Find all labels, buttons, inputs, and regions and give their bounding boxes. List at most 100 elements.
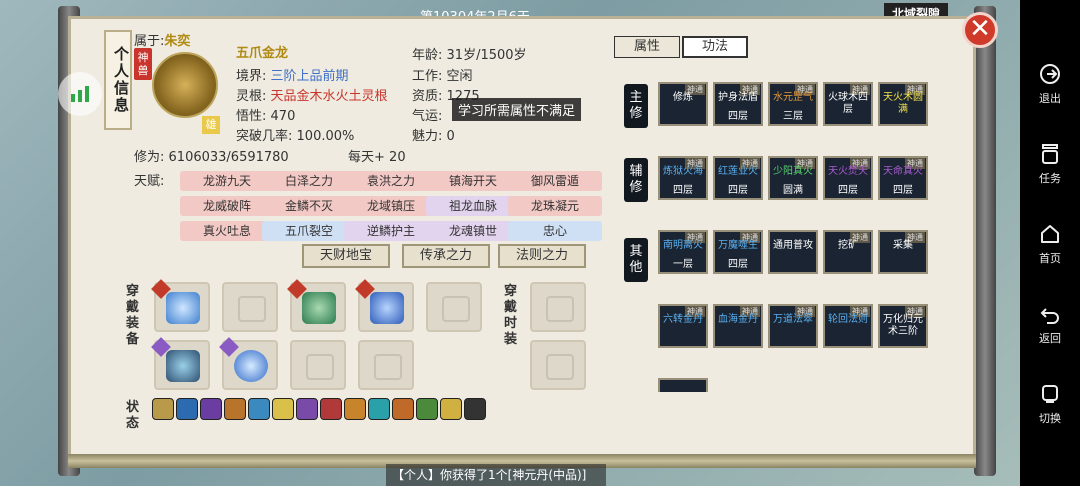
talent-item[interactable]: 龙魂镇世 [426,221,520,241]
skill-level: 圆满 [783,185,803,196]
skill-card[interactable]: 神通 修炼 [658,82,708,126]
robe-item-icon [166,350,200,382]
skill-name: 天火焚天 [828,166,868,177]
talent-item[interactable]: 龙域镇压 [344,196,438,216]
skill-card[interactable]: 神通 血海金丹 [713,304,763,348]
talent-item[interactable]: 龙威破阵 [180,196,274,216]
job-label: 工作: [412,69,443,84]
talent-item[interactable]: 袁洪之力 [344,171,438,191]
equip-slot[interactable] [287,279,346,332]
buff-icon[interactable] [176,398,198,420]
buff-icon[interactable] [320,398,342,420]
cultivation-label: 修为: [134,150,165,165]
tab-attributes[interactable]: 属性 [614,36,680,58]
law-button[interactable]: 法则之力 [498,244,586,268]
buff-icon[interactable] [368,398,390,420]
talent-item[interactable]: 祖龙血脉 [426,196,520,216]
buff-icon[interactable] [152,398,174,420]
age-value: 31岁/1500岁 [446,48,527,63]
skill-card[interactable]: 神通 水元罡气 三层 [768,82,818,126]
nav-home[interactable]: 首页 [1020,222,1080,266]
per-day-row: 每天+ 20 [348,146,406,165]
skill-name: 轮回法则 [828,314,868,325]
skill-name: 万魔噬生 [718,240,758,251]
talent-item[interactable]: 五爪裂空 [262,221,356,241]
nav-switch[interactable]: 切换 [1020,382,1080,426]
inheritance-button[interactable]: 传承之力 [402,244,490,268]
character-avatar[interactable] [152,52,218,118]
android-nav-bar: 退出 任务 首页 返回 切换 [1020,0,1080,486]
equip-slot-empty[interactable] [222,282,278,332]
equip-slot[interactable] [151,279,210,332]
skill-card[interactable]: 神通 火球术四层 [823,82,873,126]
buff-icon[interactable] [440,398,462,420]
skill-card[interactable]: 神通 南明离火 一层 [658,230,708,274]
scroll-rod-right [974,6,996,476]
equip-slot[interactable] [355,279,414,332]
owner-line: 属于:朱奕 [134,30,190,49]
talent-item[interactable]: 龙珠凝元 [508,196,602,216]
skill-card[interactable]: 神通 万道法翠 [768,304,818,348]
talent-item[interactable]: 白泽之力 [262,171,356,191]
equip-slot[interactable] [151,337,210,390]
skill-card[interactable]: 神通 天火术圆满 [878,82,928,126]
skill-card[interactable]: 神通 万化归元术三阶 [878,304,928,348]
skill-card[interactable]: 神通 天火焚天 四层 [823,156,873,200]
fashion-slot-empty[interactable] [530,282,586,332]
treasure-button[interactable]: 天财地宝 [302,244,390,268]
tab-skills[interactable]: 功法 [682,36,748,58]
realm-label: 境界: [236,69,267,84]
skill-level: 四层 [728,185,748,196]
per-day-label: 每天+ [348,150,385,165]
skill-card[interactable]: 神通 轮回法则 [823,304,873,348]
floating-stats-button[interactable] [58,72,102,116]
skill-card-partial[interactable] [658,378,708,392]
buff-icon[interactable] [392,398,414,420]
nav-home-label: 首页 [1039,252,1061,265]
skill-name: 挖矿 [838,240,858,251]
realm-row: 境界: 三阶上品前期 [236,65,349,84]
talent-item[interactable]: 真火吐息 [180,221,274,241]
buff-icon[interactable] [416,398,438,420]
buff-icon[interactable] [248,398,270,420]
buff-icon[interactable] [272,398,294,420]
skill-card[interactable]: 神通 采集 [878,230,928,274]
fashion-slot-empty[interactable] [530,340,586,390]
equip-slot[interactable] [219,337,278,390]
nav-exit[interactable]: 退出 [1020,62,1080,106]
skill-card[interactable]: 通用普攻 [768,230,818,274]
nav-task[interactable]: 任务 [1020,142,1080,186]
buff-icon[interactable] [464,398,486,420]
skill-card[interactable]: 神通 天命真火 四层 [878,156,928,200]
skill-card[interactable]: 神通 红莲业火 四层 [713,156,763,200]
buff-icon[interactable] [344,398,366,420]
aux-skill-tag: 辅修 [624,158,648,202]
qualification-label: 资质: [412,89,443,104]
equip-slot-empty[interactable] [426,282,482,332]
skill-card[interactable]: 神通 少阳真火 圆满 [768,156,818,200]
skill-card[interactable]: 神通 挖矿 [823,230,873,274]
talent-item[interactable]: 御风雷遁 [508,171,602,191]
skill-name: 万道法翠 [773,314,813,325]
close-button[interactable]: ✕ [962,12,998,48]
talent-item[interactable]: 逆鳞护主 [344,221,438,241]
skill-card[interactable]: 神通 万魔噬生 四层 [713,230,763,274]
buff-icon[interactable] [296,398,318,420]
talent-item[interactable]: 镇海开天 [426,171,520,191]
skill-card[interactable]: 神通 炼狱火海 四层 [658,156,708,200]
skill-level: 一层 [673,259,693,270]
exit-icon [1040,64,1060,84]
buff-icon[interactable] [200,398,222,420]
buff-icon[interactable] [224,398,246,420]
skill-card[interactable]: 神通 护身法盾 四层 [713,82,763,126]
skill-card[interactable]: 神通 六转金丹 [658,304,708,348]
equip-slot-empty[interactable] [290,340,346,390]
nav-back[interactable]: 返回 [1020,302,1080,346]
talent-item[interactable]: 忠心 [508,221,602,241]
skill-level: 四层 [728,111,748,122]
equip-slot-empty[interactable] [358,340,414,390]
talent-item[interactable]: 金鳞不灭 [262,196,356,216]
equip-label: 穿戴装备 [126,284,140,347]
bars-icon [71,86,89,102]
talent-item[interactable]: 龙游九天 [180,171,274,191]
